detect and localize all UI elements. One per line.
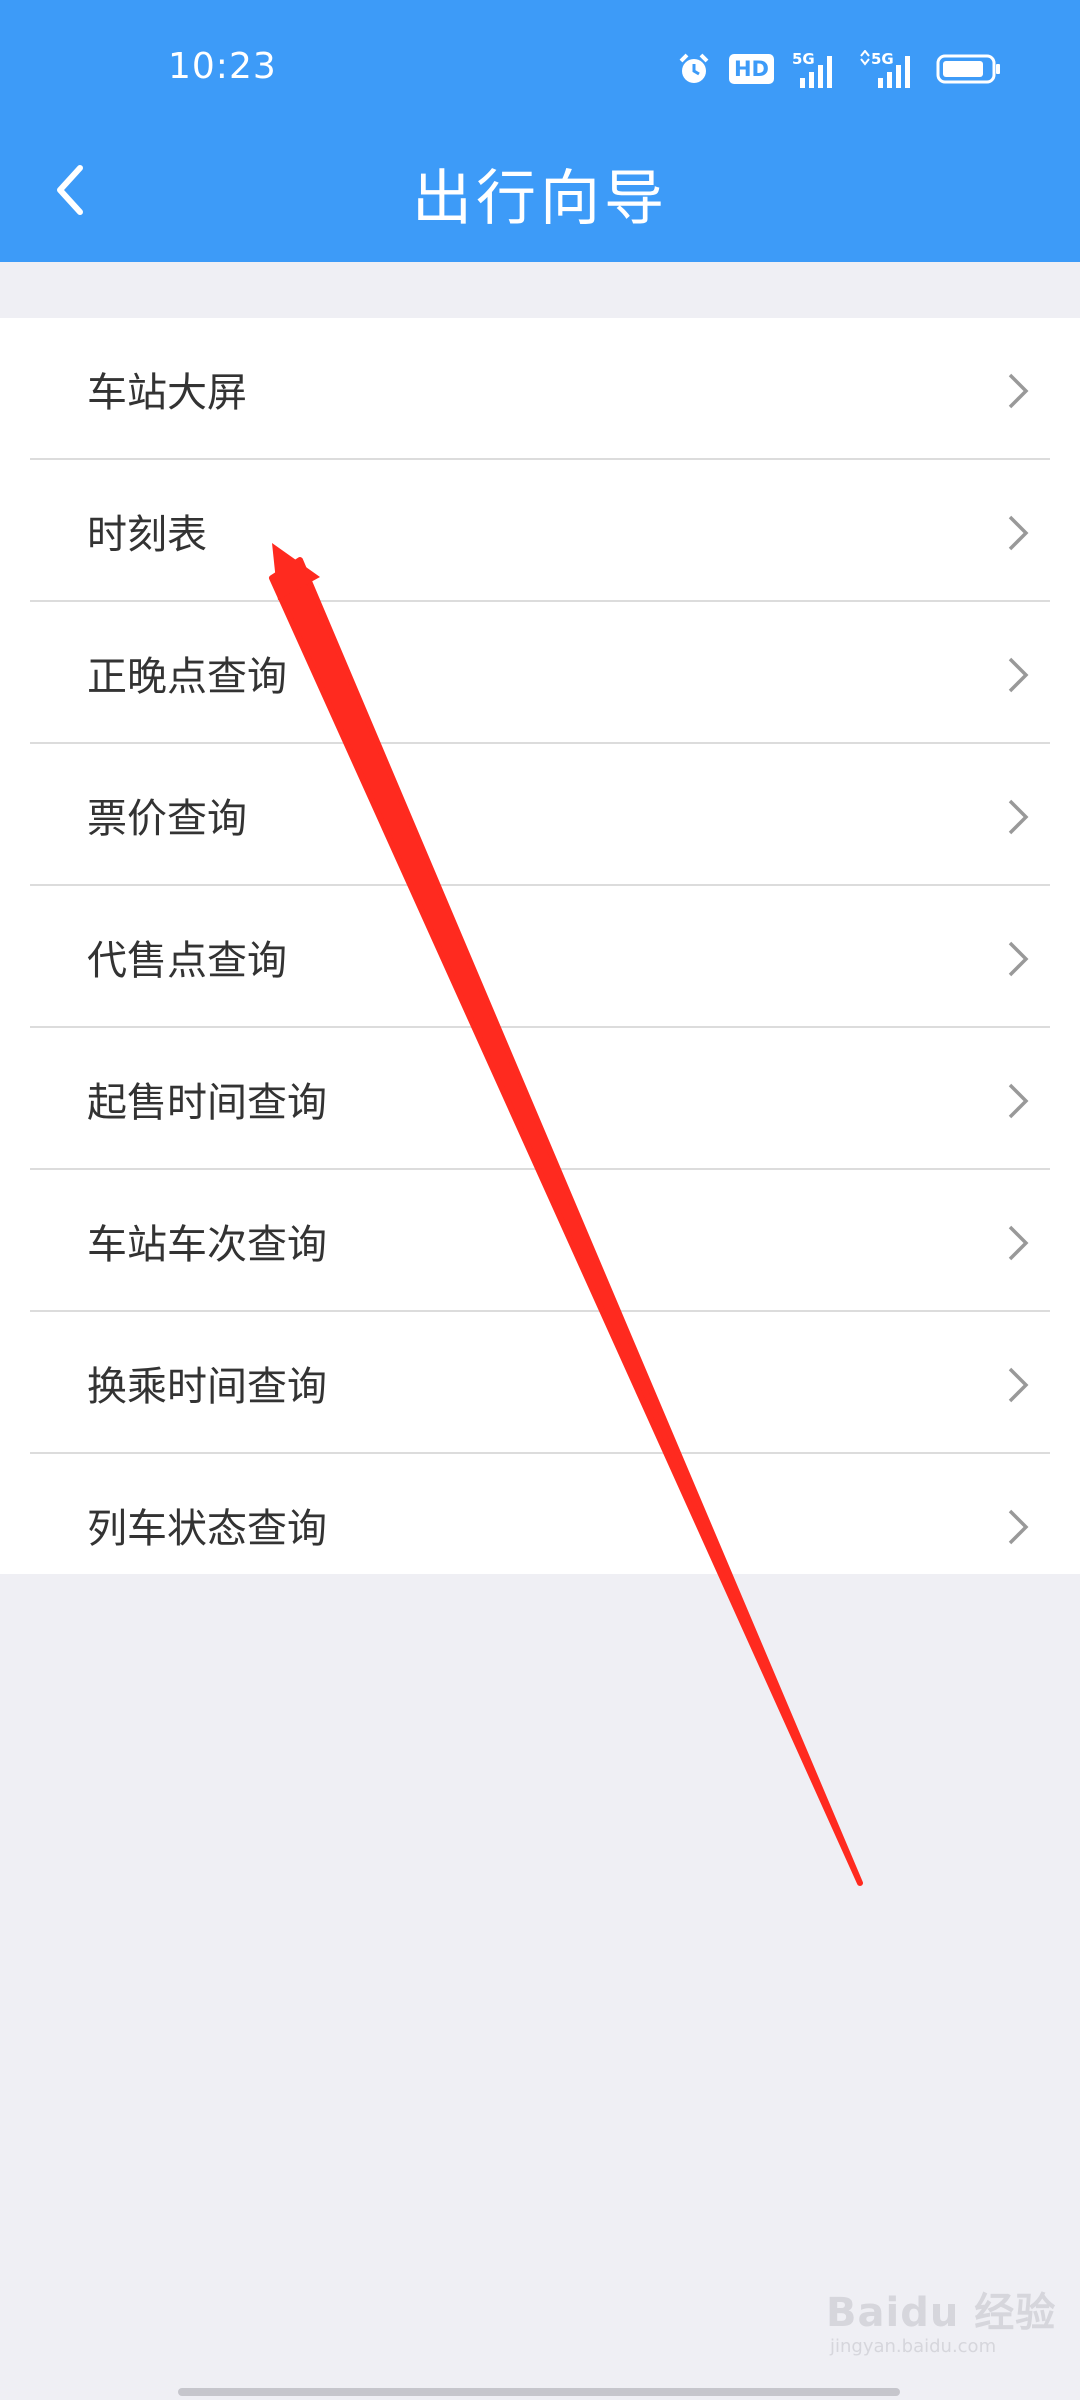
- menu-item-station-train-query[interactable]: 车站车次查询: [30, 1170, 1050, 1312]
- menu-item-label: 票价查询: [87, 796, 247, 842]
- menu-item-timetable[interactable]: 时刻表: [30, 460, 1050, 602]
- menu-item-agency-query[interactable]: 代售点查询: [30, 886, 1050, 1028]
- chevron-right-icon: [1008, 657, 1029, 693]
- menu-item-label: 时刻表: [87, 512, 207, 558]
- alarm-icon: [679, 53, 709, 83]
- page-title: 出行向导: [412, 164, 668, 234]
- chevron-right-icon: [1008, 1509, 1029, 1545]
- menu-item-label: 车站大屏: [87, 370, 247, 416]
- menu-item-label: 车站车次查询: [87, 1222, 327, 1268]
- status-icons: HD 5G 5G: [677, 50, 1002, 88]
- chevron-right-icon: [1008, 799, 1029, 835]
- chevron-right-icon: [1008, 1225, 1029, 1261]
- chevron-right-icon: [1008, 1083, 1029, 1119]
- menu-item-sale-time-query[interactable]: 起售时间查询: [30, 1028, 1050, 1170]
- 5g-signal-icon: 5G: [860, 50, 910, 88]
- menu-item-label: 换乘时间查询: [87, 1364, 327, 1410]
- menu-item-fare-query[interactable]: 票价查询: [30, 744, 1050, 886]
- 5g-signal-icon: 5G: [792, 50, 832, 88]
- chevron-right-icon: [1008, 941, 1029, 977]
- chevron-right-icon: [1008, 373, 1029, 409]
- menu-item-label: 列车状态查询: [87, 1506, 327, 1552]
- menu-item-label: 起售时间查询: [87, 1080, 327, 1126]
- chevron-right-icon: [1008, 1367, 1029, 1403]
- watermark-sub: jingyan.baidu.com: [830, 2336, 997, 2357]
- menu-item-label: 正晚点查询: [87, 654, 287, 700]
- baidu-watermark: Baidu 经验 jingyan.baidu.com: [826, 2280, 1056, 2357]
- menu-list: 车站大屏 时刻表 正晚点查询 票价查询 代售点查询 起售时间查询 车站车次查询 …: [0, 318, 1080, 1574]
- app-header: 10:23 HD 5G 5G 出行向导: [0, 0, 1080, 262]
- battery-icon: [936, 54, 1000, 84]
- chevron-right-icon: [1008, 515, 1029, 551]
- status-time: 10:23: [168, 46, 277, 87]
- menu-item-train-status-query[interactable]: 列车状态查询: [30, 1454, 1050, 1594]
- svg-text:5G: 5G: [871, 50, 894, 68]
- svg-text:5G: 5G: [792, 50, 815, 68]
- menu-item-delay-query[interactable]: 正晚点查询: [30, 602, 1050, 744]
- watermark-main: Baidu 经验: [826, 2290, 1057, 2336]
- menu-item-station-screen[interactable]: 车站大屏: [30, 318, 1050, 460]
- home-indicator[interactable]: [178, 2388, 900, 2396]
- hd-voice-icon: HD: [728, 54, 774, 84]
- menu-item-transfer-time-query[interactable]: 换乘时间查询: [30, 1312, 1050, 1454]
- menu-item-label: 代售点查询: [87, 938, 287, 984]
